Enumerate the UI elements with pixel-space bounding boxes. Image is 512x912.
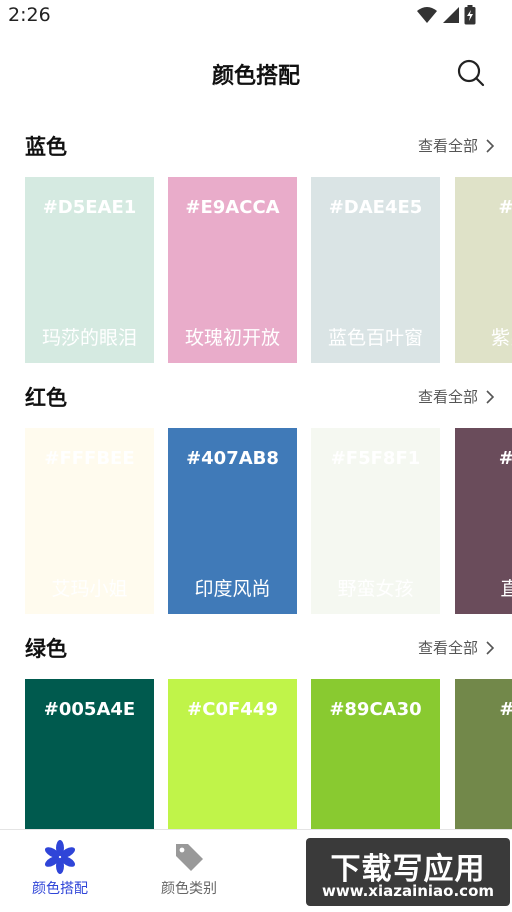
section-title: 绿色 — [25, 637, 67, 661]
color-card[interactable]: #DF 紫罗兰 — [455, 177, 512, 363]
nav-item-color-category[interactable]: 颜色类别 — [129, 840, 249, 898]
color-hex: #DF — [498, 197, 512, 218]
view-all-label: 查看全部 — [417, 639, 478, 657]
view-all-button[interactable]: 查看全部 — [418, 386, 494, 407]
color-hex: #D5EAE1 — [42, 197, 137, 218]
page-title: 颜色搭配 — [211, 64, 300, 89]
color-card[interactable]: #E9ACCA 玫瑰初开放 — [168, 177, 297, 363]
asterisk-flower-icon — [44, 840, 76, 874]
status-icons — [416, 5, 476, 25]
color-card[interactable]: #407AB8 印度风尚 — [168, 428, 297, 614]
status-bar: 2:26 — [0, 0, 512, 30]
color-name: 艾玛小姐 — [51, 578, 128, 600]
color-hex: #FFFBEE — [44, 448, 135, 469]
view-all-button[interactable]: 查看全部 — [418, 135, 494, 156]
color-name: 玫瑰初开放 — [184, 327, 280, 349]
color-hex: #89CA30 — [329, 699, 422, 720]
chevron-right-icon — [486, 138, 494, 153]
color-name: 玛莎的眼泪 — [41, 327, 137, 349]
view-all-label: 查看全部 — [417, 137, 478, 155]
signal-icon — [443, 7, 459, 23]
color-card[interactable]: #FFFBEE 艾玛小姐 — [25, 428, 154, 614]
chevron-right-icon — [486, 389, 494, 404]
color-hex: #DAE4E5 — [328, 197, 423, 218]
tag-icon — [176, 844, 203, 871]
color-hex: #F5F8F1 — [330, 448, 421, 469]
color-name: 印度风尚 — [194, 578, 271, 600]
wifi-icon — [417, 7, 437, 23]
color-name: 直到 — [500, 578, 512, 600]
search-button[interactable] — [456, 58, 486, 88]
color-hex: #005A4E — [43, 699, 136, 720]
color-hex: #407AB8 — [186, 448, 279, 469]
color-card[interactable]: #F5F8F1 野蛮女孩 — [311, 428, 440, 614]
color-name: 野蛮女孩 — [337, 578, 414, 600]
battery-icon — [464, 5, 476, 25]
nav-item-color-match[interactable]: 颜色搭配 — [0, 840, 120, 898]
color-card[interactable]: #D5EAE1 玛莎的眼泪 — [25, 177, 154, 363]
view-all-label: 查看全部 — [417, 388, 478, 406]
section-title: 红色 — [25, 386, 67, 410]
site-watermark: 下载写应用 www.xiazainiao.com — [306, 838, 510, 906]
view-all-button[interactable]: 查看全部 — [418, 637, 494, 658]
card-row: #FFFBEE 艾玛小姐 #407AB8 印度风尚 #F5F8F1 野蛮女孩 #… — [25, 428, 512, 614]
color-hex: #72 — [455, 699, 512, 720]
nav-label: 颜色类别 — [161, 881, 217, 897]
color-card[interactable]: #6A 直到 — [455, 428, 512, 614]
color-hex: #E9ACCA — [185, 197, 280, 218]
app-header: 颜色搭配 — [0, 50, 512, 96]
color-card[interactable]: #DAE4E5 蓝色百叶窗 — [311, 177, 440, 363]
color-hex: #C0F449 — [187, 699, 278, 720]
card-row: #D5EAE1 玛莎的眼泪 #E9ACCA 玫瑰初开放 #DAE4E5 蓝色百叶… — [25, 177, 512, 363]
status-time: 2:26 — [8, 4, 51, 26]
nav-label: 颜色搭配 — [32, 881, 88, 897]
chevron-right-icon — [486, 640, 494, 655]
color-name: 紫罗兰 — [490, 327, 512, 349]
color-name: 蓝色百叶窗 — [327, 327, 423, 349]
search-icon — [457, 59, 485, 87]
watermark-url: www.xiazainiao.com — [321, 882, 495, 900]
color-hex: #6A — [455, 448, 512, 469]
section-title: 蓝色 — [25, 135, 67, 159]
